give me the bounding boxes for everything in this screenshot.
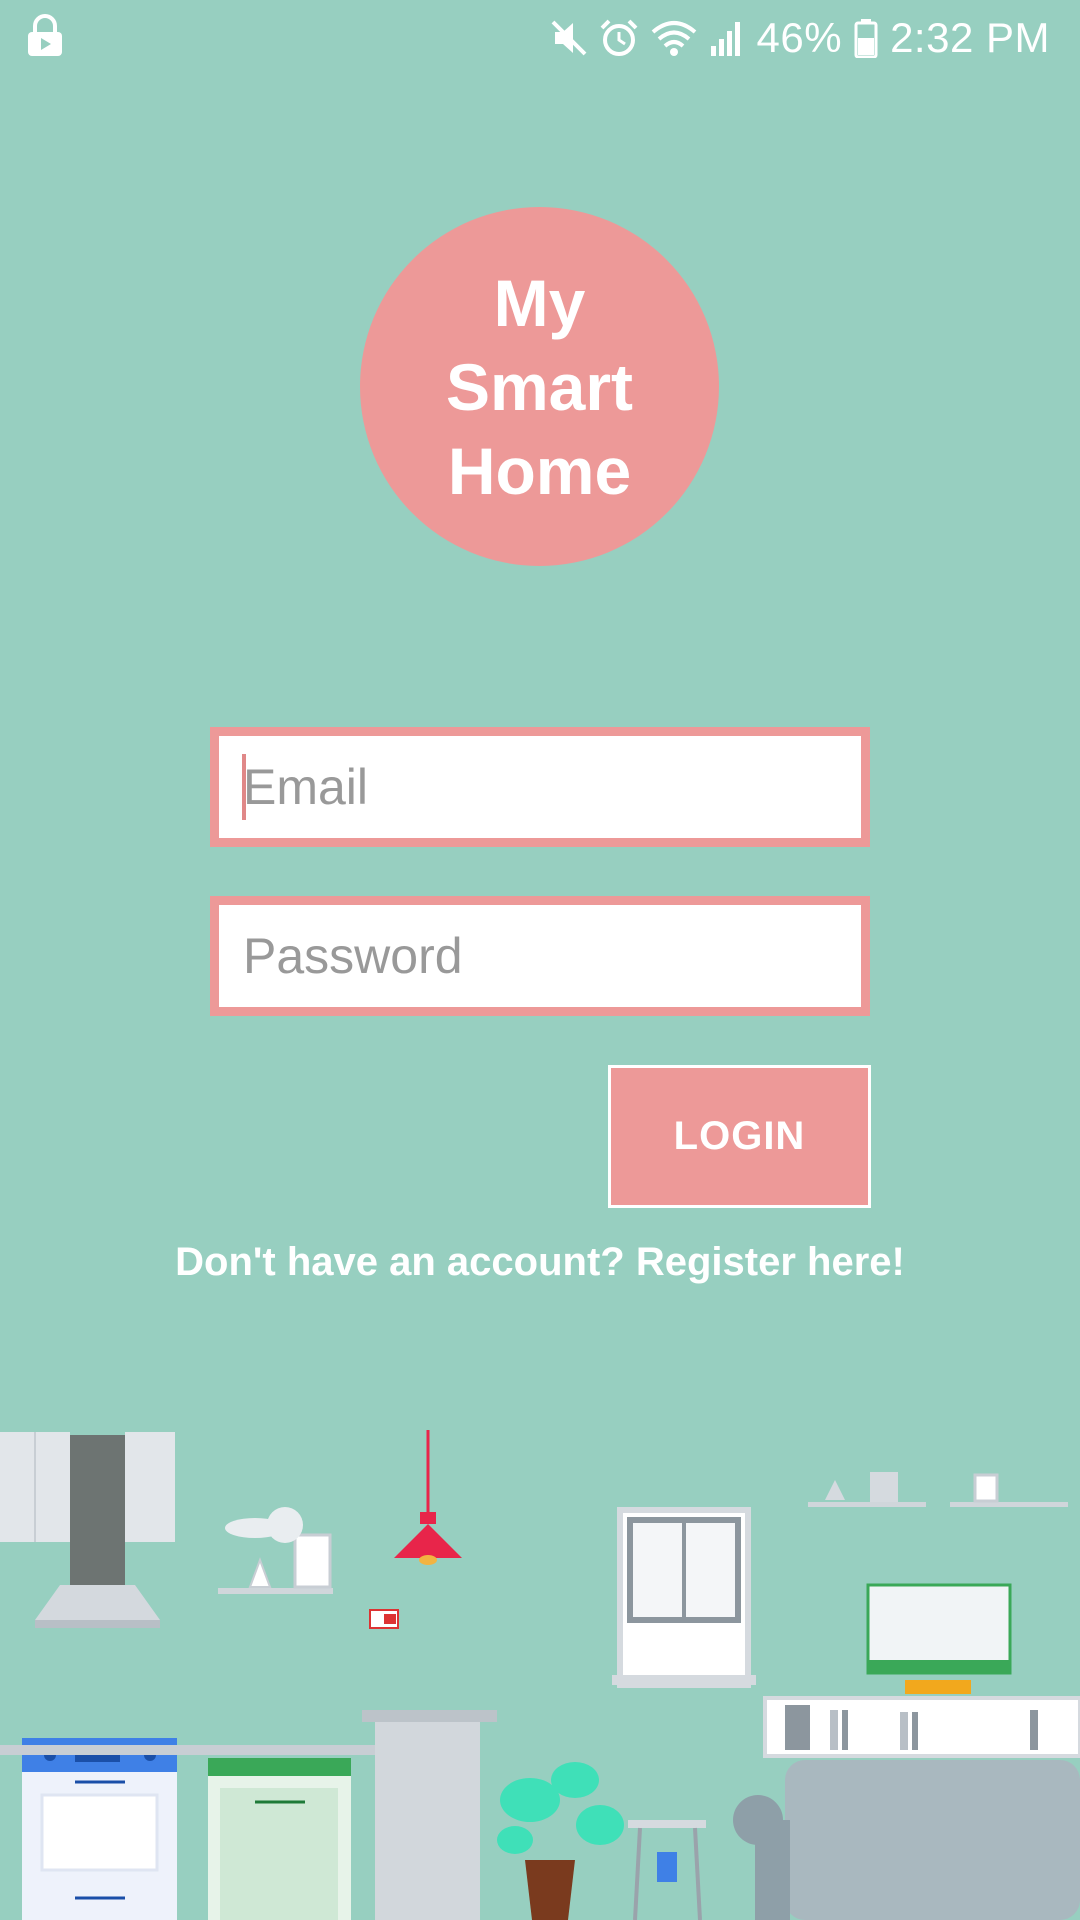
text-cursor xyxy=(242,754,246,820)
mute-icon xyxy=(551,18,587,58)
password-field-container xyxy=(210,896,870,1016)
stool-illustration xyxy=(628,1820,706,1920)
logo-line-1: My xyxy=(493,265,586,340)
lock-icon xyxy=(26,14,64,63)
clock: 2:32 PM xyxy=(890,14,1050,61)
signal-icon xyxy=(709,18,745,58)
shelf-illustration xyxy=(218,1507,333,1594)
range-hood-illustration xyxy=(0,1432,175,1628)
pendant-lamp-illustration xyxy=(394,1430,462,1565)
password-field[interactable] xyxy=(219,905,861,1007)
app-logo: My Smart Home xyxy=(360,207,719,566)
sofa-illustration xyxy=(733,1760,1080,1920)
register-link[interactable]: Don't have an account? Register here! xyxy=(0,1240,1080,1285)
window-illustration xyxy=(612,1507,756,1688)
email-field[interactable] xyxy=(219,736,861,838)
email-field-container xyxy=(210,727,870,847)
battery-icon xyxy=(854,18,878,58)
status-bar: 46% 2:32 PM xyxy=(0,0,1080,75)
tv-illustration xyxy=(763,1583,1080,1758)
login-button[interactable]: LOGIN xyxy=(608,1065,871,1208)
oven-illustration xyxy=(22,1738,177,1920)
wall-shelves-illustration xyxy=(808,1472,1068,1507)
logo-line-3: Home xyxy=(447,433,632,508)
battery-percent: 46% xyxy=(756,14,843,61)
logo-line-2: Smart xyxy=(445,349,634,424)
alarm-icon xyxy=(599,18,639,58)
dishwasher-illustration xyxy=(208,1758,351,1920)
wifi-icon xyxy=(651,18,697,58)
home-illustration xyxy=(0,1430,1080,1920)
counter-illustration xyxy=(375,1710,480,1920)
plant-illustration xyxy=(497,1762,624,1920)
